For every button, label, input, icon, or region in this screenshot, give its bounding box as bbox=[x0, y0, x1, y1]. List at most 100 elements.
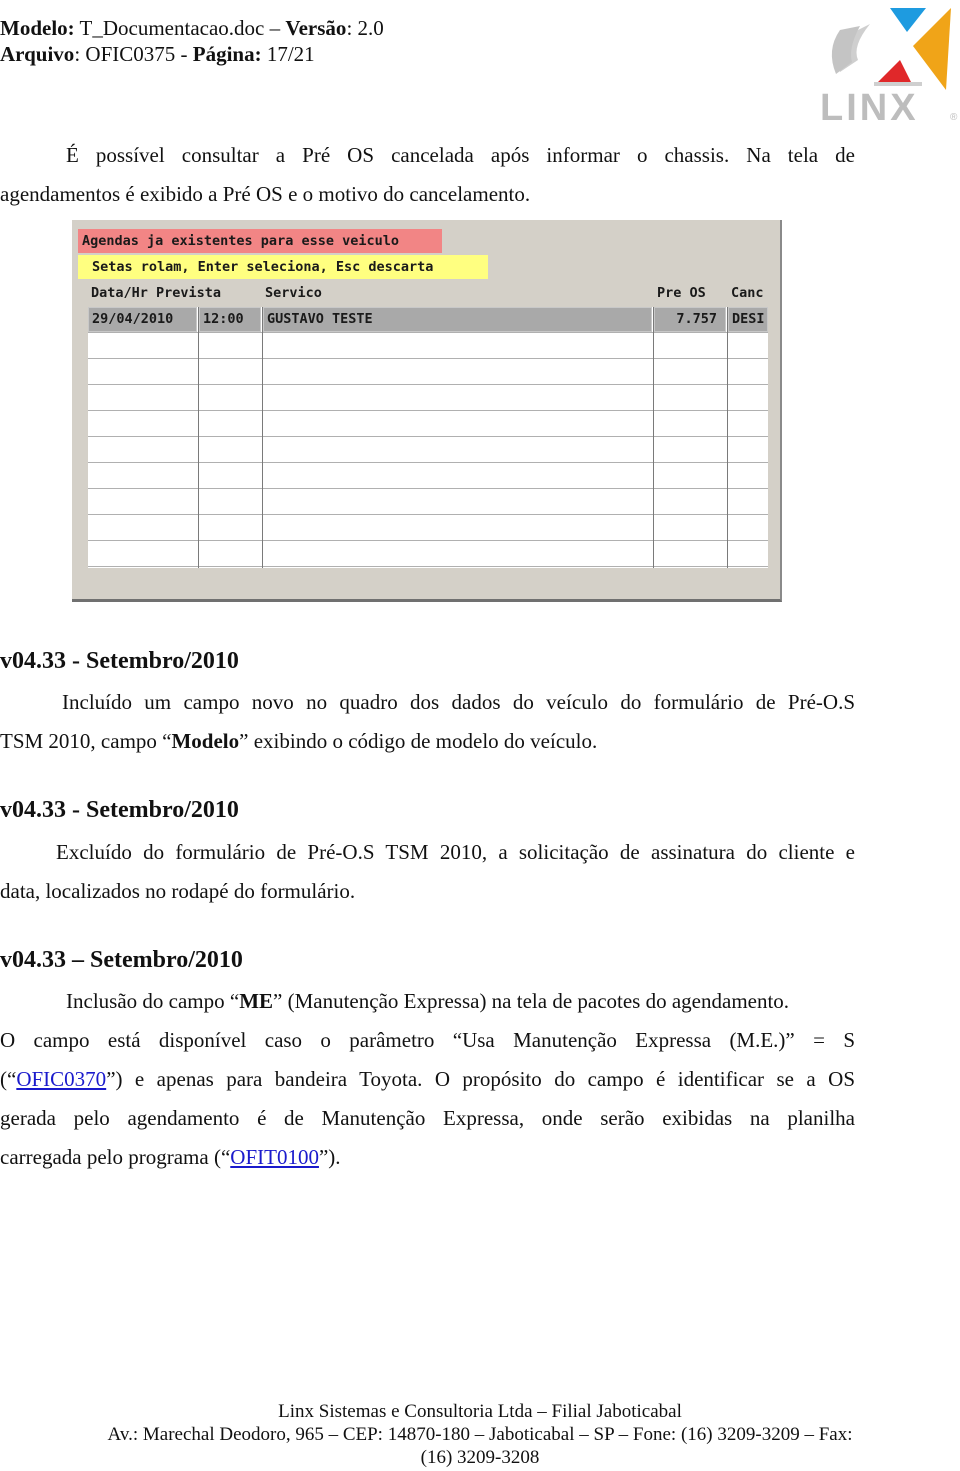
grid-row[interactable] bbox=[88, 489, 768, 515]
modelo-field-name: Modelo bbox=[171, 729, 240, 753]
grid-cell-servico bbox=[263, 411, 652, 436]
intro-line-2: agendamentos é exibido a Pré OS e o moti… bbox=[0, 182, 531, 206]
logo-registered: ® bbox=[950, 112, 958, 123]
grid-cell-canc bbox=[728, 359, 768, 384]
grid-row[interactable] bbox=[88, 463, 768, 489]
grid-column-divider bbox=[262, 307, 263, 568]
section-2-line-1: Excluído do formulário de Pré-O.S TSM 20… bbox=[56, 840, 855, 864]
grid-cell-servico bbox=[263, 385, 652, 410]
text-fragment: ”) e apenas para bandeira Toyota. O prop… bbox=[106, 1067, 855, 1091]
text-fragment: ” (Manutenção Expressa) na tela de pacot… bbox=[273, 989, 790, 1013]
text-fragment: carregada pelo programa (“ bbox=[0, 1145, 231, 1169]
text-fragment: (“ bbox=[0, 1067, 17, 1091]
grid-row[interactable] bbox=[88, 385, 768, 411]
versao-label: Versão bbox=[285, 16, 347, 40]
grid-cell-servico bbox=[263, 541, 652, 566]
grid-cell-hora bbox=[199, 333, 261, 358]
logo-orange-triangle bbox=[913, 8, 951, 90]
grid-cell-hora bbox=[199, 463, 261, 488]
grid-cell-servico bbox=[263, 515, 652, 540]
grid-row[interactable] bbox=[88, 359, 768, 385]
section-1-line-1: Incluído um campo novo no quadro dos dad… bbox=[62, 690, 855, 714]
footer-fax: (16) 3209-3208 bbox=[420, 1447, 540, 1468]
grid-cell-pre-os bbox=[654, 463, 726, 488]
grid-cell-data bbox=[88, 489, 197, 514]
logo-gray-bar bbox=[874, 82, 922, 86]
grid-cell-servico bbox=[263, 437, 652, 462]
grid-cell-canc bbox=[728, 541, 768, 566]
pagina-label: Página: bbox=[192, 42, 262, 66]
section-1-heading: v04.33 - Setembro/2010 bbox=[0, 648, 239, 674]
versao-value: : 2.0 bbox=[346, 16, 384, 40]
grid-cell-canc bbox=[728, 463, 768, 488]
grid-row[interactable] bbox=[88, 541, 768, 567]
page-footer: Linx Sistemas e Consultoria Ltda – Filia… bbox=[0, 1400, 960, 1469]
column-header-servico: Servico bbox=[265, 285, 322, 301]
link-ofic0370[interactable]: OFIC0370 bbox=[16, 1067, 106, 1091]
grid-row[interactable] bbox=[88, 411, 768, 437]
grid-cell-pre-os bbox=[654, 541, 726, 566]
grid-column-divider bbox=[198, 307, 199, 568]
grid-row[interactable] bbox=[88, 333, 768, 359]
grid-column-divider bbox=[653, 307, 654, 568]
grid-cell-data bbox=[88, 411, 197, 436]
grid-cell-hora bbox=[199, 437, 261, 462]
intro-line-1: É possível consultar a Pré OS cancelada … bbox=[66, 143, 855, 167]
section-2-paragraph: Excluído do formulário de Pré-O.S TSM 20… bbox=[0, 833, 855, 911]
grid-row[interactable] bbox=[88, 515, 768, 541]
footer-address: Av.: Marechal Deodoro, 965 – CEP: 14870-… bbox=[107, 1424, 853, 1445]
link-ofit0100[interactable]: OFIT0100 bbox=[230, 1145, 319, 1169]
grid-cell-hora bbox=[199, 489, 261, 514]
grid-cell-servico bbox=[263, 463, 652, 488]
grid-cell-data bbox=[88, 463, 197, 488]
document-file-header: Arquivo: OFIC0375 - Página: 17/21 bbox=[0, 42, 315, 66]
grid-cell-data bbox=[88, 359, 197, 384]
grid-cell-pre-os bbox=[654, 333, 726, 358]
grid-cell-canc: DESI bbox=[728, 307, 768, 332]
text-fragment: ” exibindo o código de modelo do veículo… bbox=[239, 729, 598, 753]
section-1-line-2: TSM 2010, campo “Modelo” exibindo o códi… bbox=[0, 722, 855, 761]
logo-red-triangle bbox=[878, 60, 911, 82]
modelo-label: Modelo: bbox=[0, 16, 75, 40]
grid-cell-pre-os: 7.757 bbox=[654, 307, 726, 332]
grid-cell-hora bbox=[199, 385, 261, 410]
me-field-name: ME bbox=[239, 989, 274, 1013]
grid-cell-data bbox=[88, 541, 197, 566]
document-model-header: Modelo: T_Documentacao.doc – Versão: 2.0 bbox=[0, 16, 384, 40]
section-3-line-4: gerada pelo agendamento é de Manutenção … bbox=[0, 1106, 855, 1130]
logo-text: LINX bbox=[820, 87, 919, 124]
grid-cell-hora bbox=[199, 515, 261, 540]
grid-cell-hora: 12:00 bbox=[199, 307, 261, 332]
existing-schedules-screenshot: Agendas ja existentes para esse veiculo … bbox=[72, 220, 782, 602]
grid-cell-data bbox=[88, 333, 197, 358]
grid-cell-servico bbox=[263, 359, 652, 384]
grid-row-selected[interactable]: 29/04/2010 12:00 GUSTAVO TESTE 7.757 DESI bbox=[88, 307, 768, 333]
grid-cell-servico: GUSTAVO TESTE bbox=[263, 307, 652, 332]
text-fragment: TSM 2010, campo “ bbox=[0, 729, 172, 753]
grid-cell-canc bbox=[728, 411, 768, 436]
section-3-line-1: Inclusão do campo “ME” (Manutenção Expre… bbox=[0, 982, 855, 1021]
grid-cell-pre-os bbox=[654, 411, 726, 436]
grid-cell-servico bbox=[263, 489, 652, 514]
linx-logo-icon: LINX ® bbox=[820, 8, 958, 124]
grid-cell-data bbox=[88, 515, 197, 540]
text-fragment: ”). bbox=[318, 1145, 341, 1169]
grid-cell-data bbox=[88, 385, 197, 410]
text-fragment: Inclusão do campo “ bbox=[66, 989, 240, 1013]
grid-cell-canc bbox=[728, 437, 768, 462]
grid-cell-pre-os bbox=[654, 437, 726, 462]
column-header-data-hr: Data/Hr Prevista bbox=[91, 285, 222, 301]
grid-cell-pre-os bbox=[654, 489, 726, 514]
existing-schedules-banner: Agendas ja existentes para esse veiculo bbox=[78, 229, 442, 253]
column-header-canc: Canc bbox=[731, 285, 764, 301]
grid-cell-hora bbox=[199, 541, 261, 566]
footer-company: Linx Sistemas e Consultoria Ltda – Filia… bbox=[278, 1401, 682, 1422]
grid-cell-servico bbox=[263, 333, 652, 358]
grid-cell-pre-os bbox=[654, 385, 726, 410]
grid-cell-data bbox=[88, 437, 197, 462]
grid-cell-data: 29/04/2010 bbox=[88, 307, 197, 332]
grid-cell-hora bbox=[199, 359, 261, 384]
section-3-line-2: O campo está disponível caso o parâmetro… bbox=[0, 1028, 855, 1052]
grid-row[interactable] bbox=[88, 437, 768, 463]
pagina-value: 17/21 bbox=[261, 42, 315, 66]
